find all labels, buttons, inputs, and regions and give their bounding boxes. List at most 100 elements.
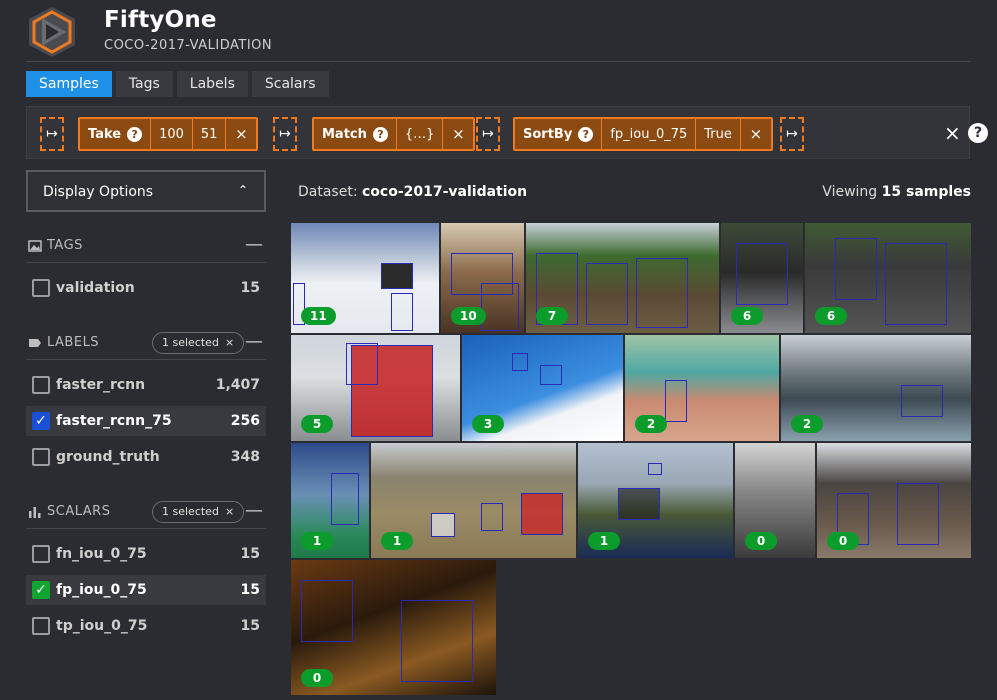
stage-param[interactable]: 100 bbox=[151, 119, 193, 149]
labels-selected-pill[interactable]: 1 selected × bbox=[152, 332, 245, 354]
display-options-label: Display Options bbox=[43, 184, 154, 200]
sample-tile[interactable]: 0 bbox=[817, 443, 971, 558]
scalar-row-fp-iou[interactable]: ✓ fp_iou_0_75 15 bbox=[26, 575, 266, 605]
tag-name: validation bbox=[56, 280, 135, 296]
add-stage-arrow-icon[interactable]: ↦ bbox=[40, 117, 64, 151]
help-icon[interactable]: ? bbox=[578, 126, 594, 142]
scalar-name: tp_iou_0_75 bbox=[56, 618, 148, 634]
tag-row-validation[interactable]: validation 15 bbox=[26, 273, 266, 303]
sample-label-count-badge: 11 bbox=[301, 307, 336, 325]
scalars-section-header: SCALARS 1 selected × — bbox=[26, 499, 266, 529]
image-icon bbox=[28, 240, 42, 252]
collapse-tags-icon[interactable]: — bbox=[245, 234, 263, 255]
sample-label-count-badge: 1 bbox=[588, 532, 620, 550]
view-help-icon[interactable]: ? bbox=[968, 123, 988, 143]
sample-label-count-badge: 0 bbox=[301, 669, 333, 687]
sample-tile[interactable]: 1 bbox=[291, 443, 369, 558]
help-icon[interactable]: ? bbox=[372, 126, 388, 142]
sample-tile[interactable]: 3 bbox=[462, 335, 623, 441]
sample-label-count-badge: 10 bbox=[451, 307, 486, 325]
stage-take[interactable]: Take ? 100 51 × bbox=[78, 117, 259, 151]
label-name: faster_rcnn bbox=[56, 377, 146, 393]
sample-label-count-badge: 1 bbox=[301, 532, 333, 550]
scalars-title: SCALARS bbox=[47, 504, 111, 519]
stage-match[interactable]: Match ? {…} × bbox=[312, 117, 476, 151]
remove-stage-close-icon[interactable]: × bbox=[443, 119, 473, 149]
sample-tile[interactable]: 2 bbox=[781, 335, 971, 441]
label-count: 256 bbox=[230, 413, 260, 429]
checkbox-checked-icon[interactable]: ✓ bbox=[32, 581, 50, 599]
sample-label-count-badge: 0 bbox=[827, 532, 859, 550]
add-stage-arrow-icon[interactable]: ↦ bbox=[273, 117, 297, 151]
sample-tile[interactable]: 0 bbox=[735, 443, 815, 558]
tags-title: TAGS bbox=[47, 238, 83, 253]
chevron-up-icon: ⌃ bbox=[237, 183, 248, 197]
dataset-label: Dataset: coco-2017-validation bbox=[298, 184, 528, 200]
viewing-count: Viewing 15 samples bbox=[822, 184, 971, 200]
checkbox[interactable] bbox=[32, 617, 50, 635]
header-divider bbox=[26, 61, 971, 62]
stage-name: SortBy ? bbox=[515, 119, 603, 149]
sample-tile[interactable]: 6 bbox=[805, 223, 971, 333]
add-stage-arrow-icon[interactable]: ↦ bbox=[476, 117, 500, 151]
sample-label-count-badge: 3 bbox=[472, 415, 504, 433]
label-row-faster-rcnn[interactable]: faster_rcnn 1,407 bbox=[26, 370, 266, 400]
collapse-labels-icon[interactable]: — bbox=[245, 331, 263, 352]
tab-tags[interactable]: Tags bbox=[115, 71, 173, 97]
label-row-faster-rcnn-75[interactable]: ✓ faster_rcnn_75 256 bbox=[26, 406, 266, 436]
sample-tile[interactable]: 6 bbox=[721, 223, 803, 333]
scalar-row-tp-iou[interactable]: tp_iou_0_75 15 bbox=[26, 611, 266, 641]
sample-tile[interactable]: 7 bbox=[526, 223, 719, 333]
scalar-row-fn-iou[interactable]: fn_iou_0_75 15 bbox=[26, 539, 266, 569]
sample-tile[interactable]: 5 bbox=[291, 335, 460, 441]
help-icon[interactable]: ? bbox=[127, 126, 143, 142]
remove-stage-close-icon[interactable]: × bbox=[226, 119, 256, 149]
sample-tile[interactable]: 1 bbox=[371, 443, 576, 558]
clear-view-close-icon[interactable]: × bbox=[944, 121, 961, 145]
checkbox-checked-icon[interactable]: ✓ bbox=[32, 412, 50, 430]
view-bar: ↦ Take ? 100 51 × ↦ Match ? {…} × ↦ Sort… bbox=[26, 106, 988, 159]
stage-param[interactable]: True bbox=[696, 119, 741, 149]
clear-selection-close-icon[interactable]: × bbox=[225, 336, 234, 349]
scalars-selected-pill[interactable]: 1 selected × bbox=[152, 501, 245, 523]
checkbox[interactable] bbox=[32, 279, 50, 297]
add-stage-arrow-icon[interactable]: ↦ bbox=[780, 117, 804, 151]
collapse-scalars-icon[interactable]: — bbox=[245, 500, 263, 521]
sample-tile[interactable]: 2 bbox=[625, 335, 779, 441]
divider bbox=[26, 262, 266, 263]
stage-param[interactable]: {…} bbox=[397, 119, 444, 149]
fiftyone-logo-icon[interactable] bbox=[26, 6, 78, 58]
sample-label-count-badge: 0 bbox=[745, 532, 777, 550]
stage-param[interactable]: 51 bbox=[193, 119, 227, 149]
app-header: FiftyOne COCO-2017-VALIDATION bbox=[0, 0, 997, 62]
checkbox[interactable] bbox=[32, 545, 50, 563]
dataset-title: COCO-2017-VALIDATION bbox=[104, 38, 273, 53]
scalar-name: fp_iou_0_75 bbox=[56, 582, 147, 598]
tags-section-header: TAGS — bbox=[26, 233, 266, 263]
app-title: FiftyOne bbox=[104, 7, 217, 33]
display-options-button[interactable]: Display Options ⌃ bbox=[26, 170, 266, 212]
label-name: faster_rcnn_75 bbox=[56, 413, 172, 429]
sample-tile[interactable]: 0 bbox=[291, 560, 496, 695]
remove-stage-close-icon[interactable]: × bbox=[741, 119, 771, 149]
sample-grid: 11 10 7 6 6 5 3 2 2 1 1 1 0 0 0 bbox=[291, 223, 971, 695]
sample-tile[interactable]: 11 bbox=[291, 223, 439, 333]
sample-tile[interactable]: 1 bbox=[578, 443, 733, 558]
sample-label-count-badge: 6 bbox=[731, 307, 763, 325]
dataset-name: coco-2017-validation bbox=[362, 184, 528, 200]
sample-label-count-badge: 7 bbox=[536, 307, 568, 325]
sample-tile[interactable]: 10 bbox=[441, 223, 524, 333]
stage-sortby[interactable]: SortBy ? fp_iou_0_75 True × bbox=[513, 117, 773, 151]
clear-selection-close-icon[interactable]: × bbox=[225, 505, 234, 518]
label-row-ground-truth[interactable]: ground_truth 348 bbox=[26, 442, 266, 472]
scalar-count: 15 bbox=[240, 618, 260, 634]
labels-title: LABELS bbox=[47, 335, 100, 350]
checkbox[interactable] bbox=[32, 376, 50, 394]
tab-samples[interactable]: Samples bbox=[26, 71, 112, 97]
stage-name: Take ? bbox=[80, 119, 152, 149]
checkbox[interactable] bbox=[32, 448, 50, 466]
sample-label-count-badge: 5 bbox=[301, 415, 333, 433]
tab-labels[interactable]: Labels bbox=[176, 71, 248, 97]
tab-scalars[interactable]: Scalars bbox=[251, 71, 329, 97]
stage-param[interactable]: fp_iou_0_75 bbox=[602, 119, 697, 149]
